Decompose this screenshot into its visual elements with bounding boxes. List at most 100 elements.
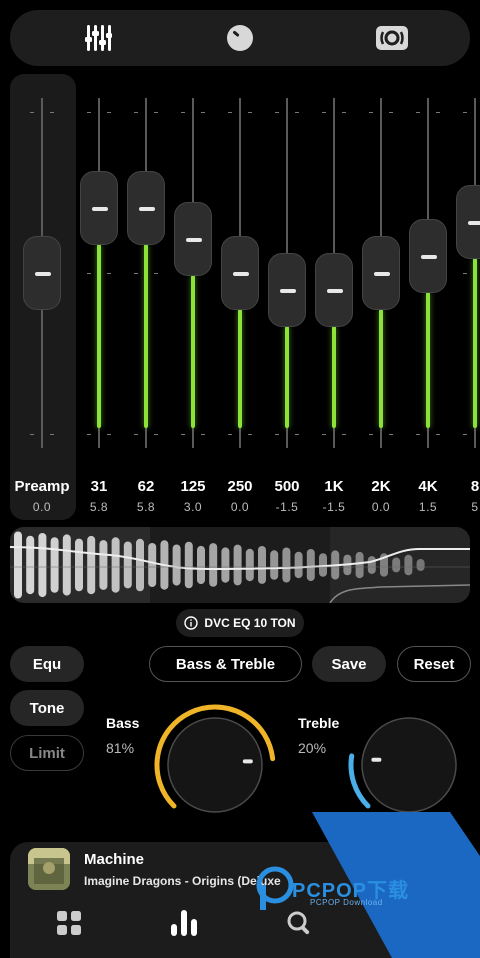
spectrum-bar	[184, 541, 193, 589]
watermark-subtext: PCPOP Download	[310, 898, 383, 907]
preset-label: DVC EQ 10 TON	[204, 616, 296, 630]
knob-indicator	[371, 757, 382, 762]
limit-mode-button[interactable]: Limit	[10, 735, 84, 771]
slider-tick	[248, 434, 252, 435]
equalizer-bars-icon[interactable]	[169, 908, 199, 938]
slider-handle[interactable]	[221, 236, 259, 310]
knob-tab-icon[interactable]	[220, 18, 260, 58]
slider-tick	[369, 112, 373, 113]
eq-band-125[interactable]: 125 3.0	[171, 74, 215, 520]
spectrum-bar	[75, 538, 83, 592]
slider-handle[interactable]	[127, 170, 165, 245]
eq-band-250[interactable]: 250 0.0	[218, 74, 262, 520]
bass-treble-button[interactable]: Bass & Treble	[149, 646, 302, 682]
slider-handle[interactable]	[409, 219, 447, 294]
search-icon[interactable]	[284, 908, 314, 938]
band-level-fill	[379, 309, 383, 428]
eq-band-8[interactable]: 85	[453, 74, 480, 520]
slider-tick	[436, 112, 440, 113]
treble-label: Treble	[298, 715, 340, 731]
band-level-fill	[473, 258, 477, 428]
band-level-fill	[285, 325, 289, 428]
slider-tick	[50, 434, 54, 435]
eq-band-1K[interactable]: 1K -1.5	[312, 74, 356, 520]
slider-handle[interactable]	[23, 236, 61, 310]
slider-tick	[87, 434, 91, 435]
slider-tick	[134, 273, 138, 274]
treble-value: 20%	[298, 740, 327, 756]
preset-indicator[interactable]: DVC EQ 10 TON	[176, 609, 304, 637]
tone-mode-button[interactable]: Tone	[10, 690, 84, 726]
knob-body[interactable]	[361, 717, 457, 813]
treble-knob[interactable]	[344, 700, 474, 830]
save-button[interactable]: Save	[312, 646, 386, 682]
slider-tick	[295, 434, 299, 435]
slider-tick	[154, 273, 158, 274]
slider-handle[interactable]	[456, 185, 480, 260]
slider-tick	[369, 434, 373, 435]
equ-mode-button[interactable]: Equ	[10, 646, 84, 682]
slider-handle[interactable]	[80, 170, 118, 245]
eq-band-500[interactable]: 500 -1.5	[265, 74, 309, 520]
song-artist: Imagine Dragons - Origins (Deluxe	[84, 874, 281, 888]
equ-label: Equ	[32, 655, 62, 673]
person-icon[interactable]	[395, 908, 425, 938]
slider-tick	[107, 434, 111, 435]
song-title: Machine	[84, 851, 145, 868]
slider-tick	[134, 434, 138, 435]
slider-tick	[107, 112, 111, 113]
spectrum-bar	[111, 537, 120, 593]
spectrum-bar	[416, 559, 425, 571]
band-level-fill	[97, 243, 101, 428]
preamp-slider[interactable]: Preamp 0.0	[14, 74, 70, 520]
slider-tick	[30, 434, 34, 435]
slider-tick	[154, 434, 158, 435]
grid-icon[interactable]	[54, 908, 84, 938]
slider-tick	[322, 112, 326, 113]
slider-tick	[389, 434, 393, 435]
slider-handle[interactable]	[268, 252, 306, 327]
top-tab-bar	[10, 10, 470, 66]
limit-label: Limit	[29, 744, 65, 762]
equalizer-tab-icon[interactable]	[78, 18, 118, 58]
slider-tick	[50, 112, 54, 113]
slider-tick	[87, 112, 91, 113]
speaker-tab-icon[interactable]	[372, 18, 412, 58]
slider-handle[interactable]	[315, 252, 353, 327]
band-frequency-label: Preamp	[14, 478, 70, 495]
equalizer-panel: Preamp 0.0 31 5.8 62 5.8 125 3.0 250 0.0 500 -1.5 1K…	[0, 74, 480, 520]
spectrum-bar	[306, 549, 315, 582]
knob-indicator	[242, 759, 253, 764]
bass-knob[interactable]	[150, 700, 280, 830]
eq-band-4K[interactable]: 4K 1.5	[406, 74, 450, 520]
save-label: Save	[331, 655, 367, 673]
reset-button[interactable]: Reset	[397, 646, 471, 682]
eq-band-2K[interactable]: 2K 0.0	[359, 74, 403, 520]
slider-tick	[228, 112, 232, 113]
eq-band-62[interactable]: 62 5.8	[124, 74, 168, 520]
band-level-fill	[144, 243, 148, 428]
slider-handle[interactable]	[174, 202, 212, 277]
spectrum-bar	[367, 556, 376, 574]
spectrum-bar	[14, 531, 22, 599]
eq-band-31[interactable]: 31 5.8	[77, 74, 121, 520]
slider-tick	[389, 112, 393, 113]
slider-tick	[248, 112, 252, 113]
spectrum-bar	[355, 551, 364, 579]
band-level-fill	[332, 325, 336, 428]
slider-tick	[181, 112, 185, 113]
spectrum-bar	[26, 535, 35, 595]
tone-label: Tone	[29, 699, 65, 717]
spectrum-bar	[294, 551, 303, 579]
spectrum-bar	[233, 544, 242, 586]
reset-label: Reset	[413, 655, 455, 673]
slider-tick	[416, 112, 420, 113]
spectrum-bar	[38, 533, 47, 598]
spectrum-visualizer	[10, 527, 470, 603]
knob-body[interactable]	[167, 717, 263, 813]
slider-handle[interactable]	[362, 236, 400, 310]
slider-tick	[30, 112, 34, 113]
spectrum-bar	[172, 544, 181, 586]
bass-treble-label: Bass & Treble	[175, 655, 276, 673]
spectrum-bar	[62, 534, 71, 596]
